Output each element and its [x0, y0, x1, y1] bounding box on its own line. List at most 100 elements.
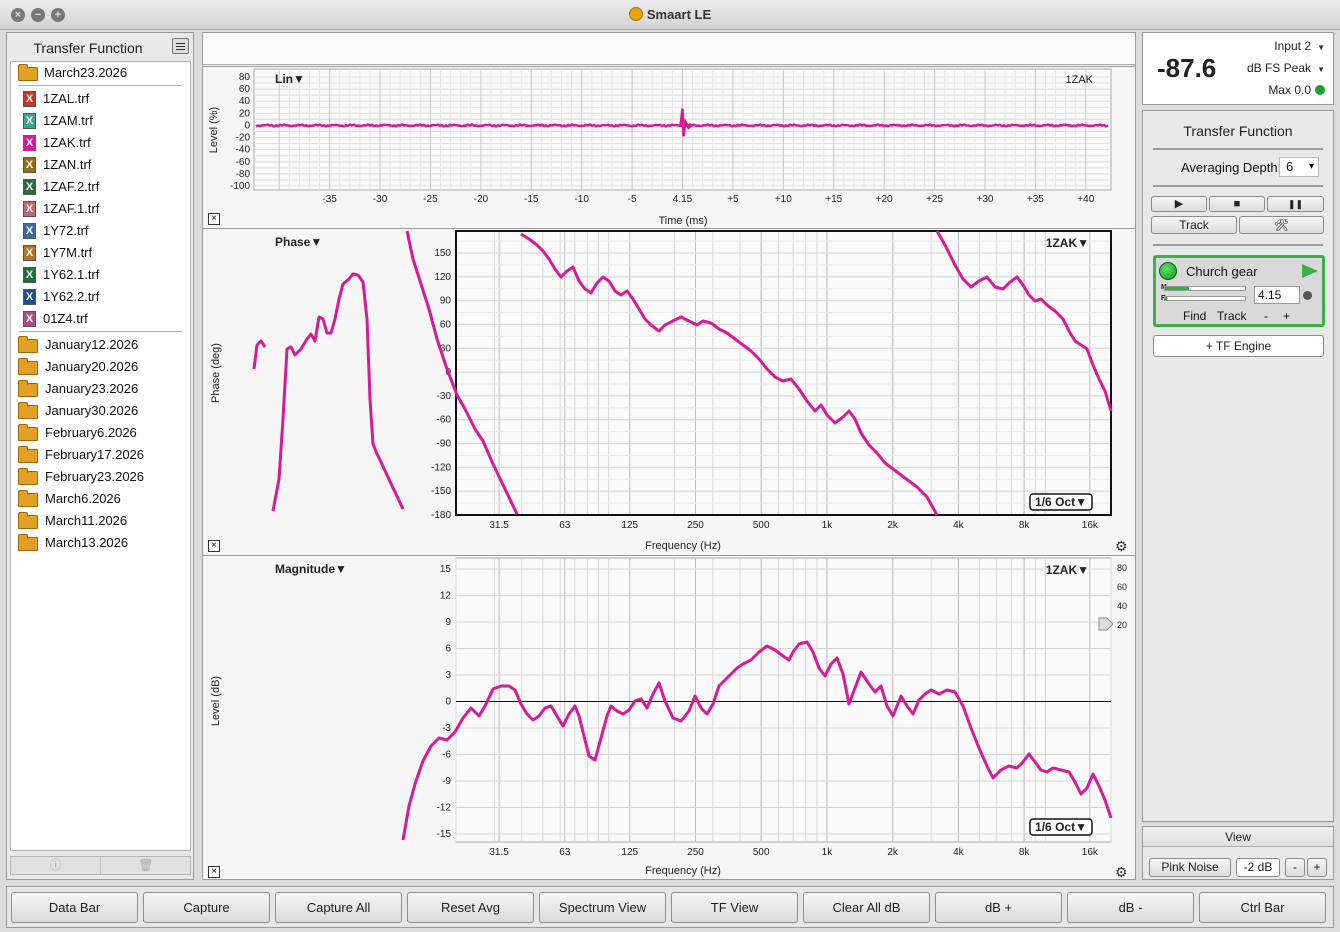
file-browser-footer: ⓘ 🗑 — [10, 856, 191, 875]
y-tick-label: -100 — [230, 181, 250, 192]
phase-trace-label: 1ZAK▼ — [1046, 236, 1089, 250]
toolbar-db-button[interactable]: dB + — [935, 892, 1062, 923]
close-impulse-icon[interactable]: × — [208, 213, 220, 225]
file-label: 01Z4.trf — [43, 311, 88, 326]
play-button[interactable]: ▶ — [1151, 196, 1207, 212]
toolbar-clear-all-db-button[interactable]: Clear All dB — [803, 892, 930, 923]
averaging-depth-select[interactable]: 6 — [1279, 157, 1319, 177]
folder-item[interactable]: March6.2026 — [11, 488, 190, 510]
file-icon: X — [23, 289, 36, 305]
folder-item[interactable]: January12.2026 — [11, 334, 190, 356]
magnitude-plot-canvas[interactable]: 15129630-3-6-9-12-158060402031.5 63 125 250… — [203, 556, 1135, 880]
folder-item[interactable]: February6.2026 — [11, 422, 190, 444]
folder-icon — [18, 512, 38, 529]
trash-icon[interactable]: 🗑 — [101, 857, 191, 874]
folder-item[interactable]: January20.2026 — [11, 356, 190, 378]
phase-plot-area — [456, 231, 1111, 515]
engine-on-indicator[interactable] — [1159, 262, 1177, 280]
input-selector[interactable]: Input 2 — [1274, 39, 1311, 53]
tools-button[interactable]: 🛠 — [1239, 216, 1324, 234]
y-tick-label: -3 — [442, 723, 451, 734]
magnitude-plot[interactable]: 15 12 9 6 3 0 -3 -6 -9 -12 -15 80 60 40 20 31.5 63 125 250… — [203, 555, 1135, 879]
folder-label: February6.2026 — [45, 425, 137, 440]
view-button[interactable]: View — [1143, 827, 1333, 847]
folder-item[interactable]: February17.2026 — [11, 444, 190, 466]
folder-item[interactable]: March11.2026 — [11, 510, 190, 532]
delay-field[interactable]: 4.15 — [1254, 286, 1300, 304]
file-browser-panel: Transfer Function March23.2026 X 1ZAL.trf X… — [6, 32, 194, 880]
folder-item[interactable]: January23.2026 — [11, 378, 190, 400]
toolbar-reset-avg-button[interactable]: Reset Avg — [407, 892, 534, 923]
noise-level-plus-button[interactable]: + — [1307, 858, 1327, 877]
folder-label: February17.2026 — [45, 447, 145, 462]
info-icon[interactable]: ⓘ — [11, 857, 101, 874]
noise-level-minus-button[interactable]: - — [1285, 858, 1305, 877]
close-phase-icon[interactable]: × — [208, 540, 220, 552]
impulse-plot[interactable]: 80 60 40 20 0 -20 -40 -60 -80 -100 -35 -30 -25 -20 -15… — [203, 66, 1135, 228]
file-item[interactable]: X 1ZAK.trf — [11, 132, 190, 154]
find-delay-button[interactable]: Find — [1183, 309, 1206, 323]
noise-level-field[interactable]: -2 dB — [1236, 858, 1280, 877]
y-tick-label: 0 — [445, 697, 451, 708]
folder-item-open[interactable]: March23.2026 — [11, 62, 190, 84]
toolbar-capture-all-button[interactable]: Capture All — [275, 892, 402, 923]
engine-play-icon[interactable] — [1302, 264, 1318, 278]
file-item[interactable]: X 01Z4.trf — [11, 308, 190, 330]
hamburger-menu-icon[interactable] — [172, 38, 189, 54]
phase-settings-gear-icon[interactable]: ⚙ — [1115, 539, 1129, 553]
stop-button[interactable]: ■ — [1209, 196, 1265, 212]
file-item[interactable]: X 1ZAL.trf — [11, 88, 190, 110]
x-tick-label: 500 — [753, 520, 770, 531]
x-tick-label: -15 — [524, 194, 539, 205]
phase-plot[interactable]: 150 120 90 60 30 0 -30 -60 -90 -120 -150 -180 31.5 63… — [203, 228, 1135, 555]
folder-open-icon — [18, 64, 38, 81]
toolbar-db-button[interactable]: dB - — [1067, 892, 1194, 923]
file-item[interactable]: X 1ZAN.trf — [11, 154, 190, 176]
folder-label: March23.2026 — [44, 65, 128, 80]
folder-item[interactable]: March13.2026 — [11, 532, 190, 554]
delay-minus-button[interactable]: - — [1264, 309, 1268, 323]
magnitude-settings-gear-icon[interactable]: ⚙ — [1115, 865, 1129, 879]
level-unit-dropdown-icon[interactable]: ▼ — [1317, 65, 1325, 74]
toolbar-capture-button[interactable]: Capture — [143, 892, 270, 923]
pink-noise-button[interactable]: Pink Noise — [1149, 858, 1231, 877]
x-tick-label: 4.15 — [673, 194, 693, 205]
file-item[interactable]: X 1Y62.2.trf — [11, 286, 190, 308]
input-dropdown-icon[interactable]: ▼ — [1317, 43, 1325, 52]
toolbar-spectrum-view-button[interactable]: Spectrum View — [539, 892, 666, 923]
toolbar-ctrl-bar-button[interactable]: Ctrl Bar — [1199, 892, 1326, 923]
folder-item[interactable]: February23.2026 — [11, 466, 190, 488]
track-delay-button[interactable]: Track — [1217, 309, 1247, 323]
file-item[interactable]: X 1ZAF.1.trf — [11, 198, 190, 220]
impulse-plot-canvas[interactable]: 806040200-20-40-60-80-100-35 -30 -25 -20 -15… — [203, 67, 1135, 229]
file-item[interactable]: X 1ZAF.2.trf — [11, 176, 190, 198]
y-tick-label: 80 — [239, 72, 251, 83]
add-tf-engine-button[interactable]: + TF Engine — [1153, 335, 1324, 357]
file-icon: X — [23, 113, 36, 129]
folder-icon — [18, 424, 38, 441]
phase-trace — [271, 272, 405, 512]
close-magnitude-icon[interactable]: × — [208, 866, 220, 878]
folder-item[interactable]: January30.2026 — [11, 400, 190, 422]
y-tick-label: -80 — [236, 169, 251, 180]
tf-engine-card[interactable]: Church gear M R 4.15 Find Track - + — [1153, 255, 1325, 327]
toolbar-tf-view-button[interactable]: TF View — [671, 892, 798, 923]
phase-plot-canvas[interactable]: 1501209060300-30-60-90-120-150-18031.5 63… — [203, 229, 1135, 556]
y-tick-label: -9 — [442, 776, 451, 787]
magnitude-mode-label: Magnitude▼ — [275, 562, 347, 576]
level-unit-selector[interactable]: dB FS Peak — [1247, 61, 1311, 75]
file-label: 1ZAK.trf — [43, 135, 91, 150]
folder-icon — [18, 468, 38, 485]
delay-plus-button[interactable]: + — [1283, 309, 1290, 323]
file-item[interactable]: X 1Y62.1.trf — [11, 264, 190, 286]
track-button[interactable]: Track — [1151, 216, 1237, 234]
x-tick-label: 1k — [822, 520, 834, 531]
file-item[interactable]: X 1Y7M.trf — [11, 242, 190, 264]
measurement-meter — [1164, 286, 1246, 291]
x-tick-label: 2k — [887, 520, 899, 531]
pause-button[interactable]: ❚❚ — [1267, 196, 1324, 212]
toolbar-data-bar-button[interactable]: Data Bar — [11, 892, 138, 923]
file-item[interactable]: X 1ZAM.trf — [11, 110, 190, 132]
file-item[interactable]: X 1Y72.trf — [11, 220, 190, 242]
x-tick-label: -10 — [574, 194, 589, 205]
